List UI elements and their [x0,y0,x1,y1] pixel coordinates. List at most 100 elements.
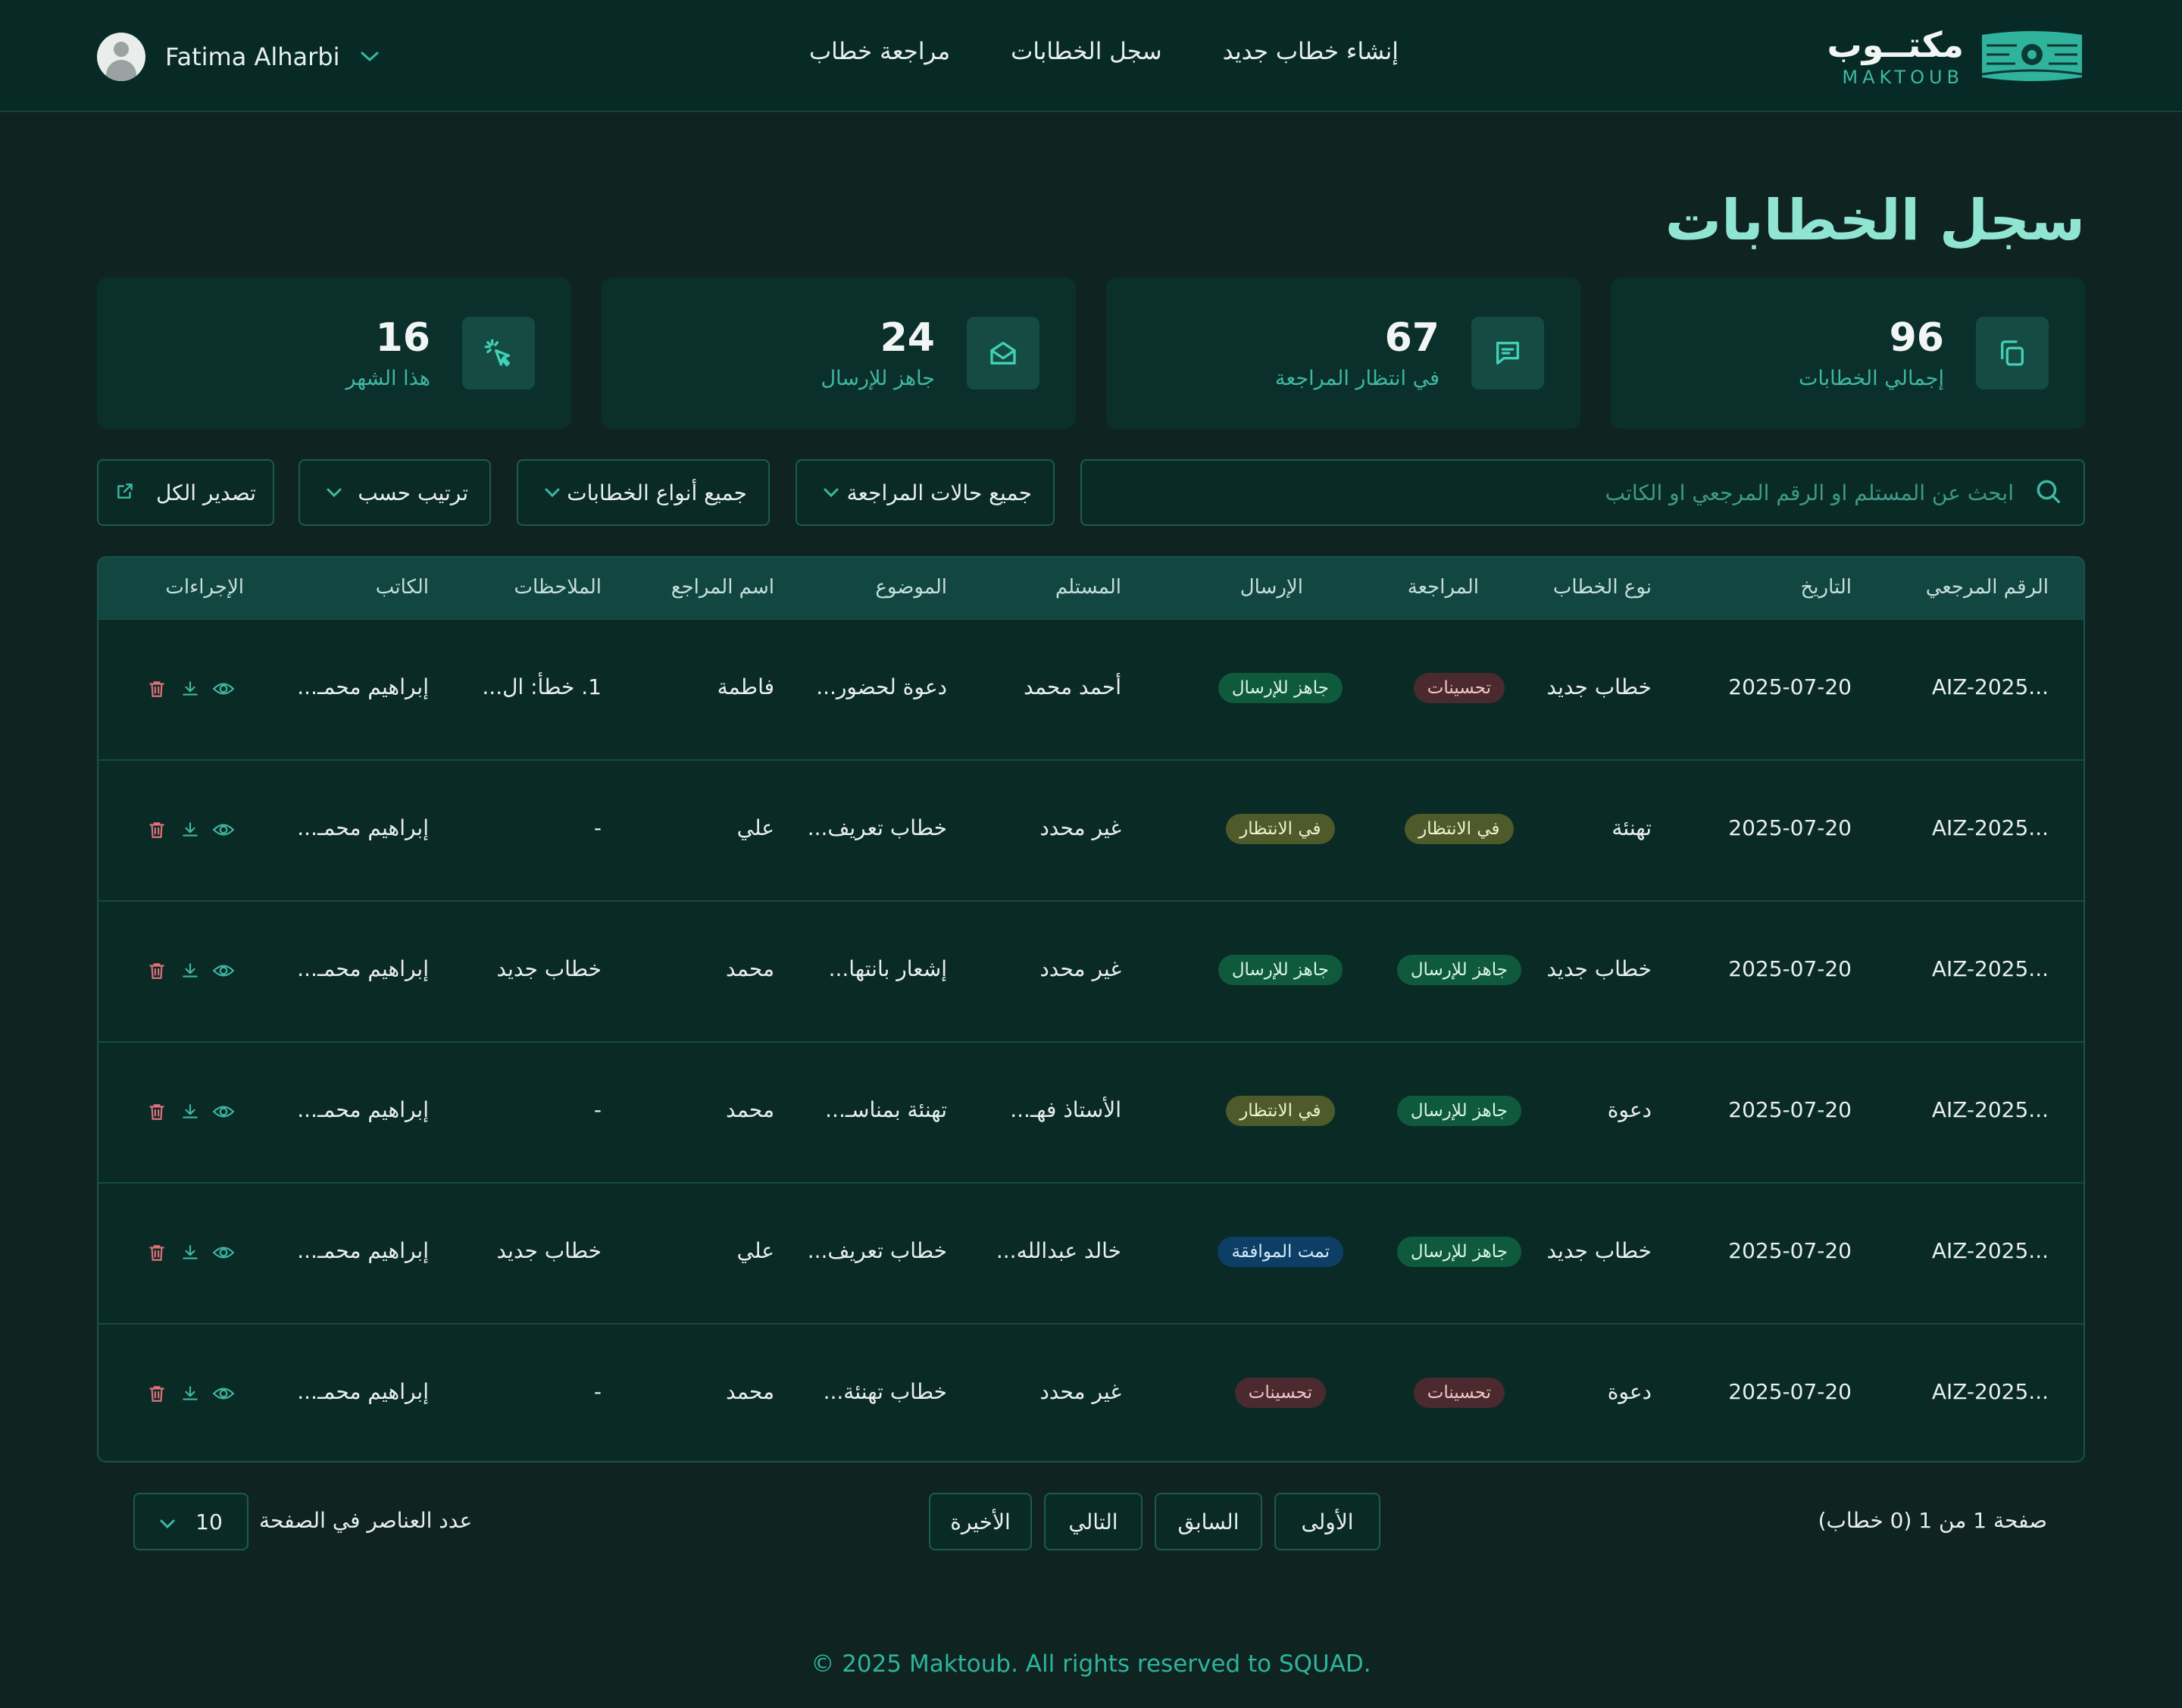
cell-date: 2025-07-20 [1728,815,1852,840]
delete-icon[interactable] [145,959,168,982]
cell-subject: خطاب تهنئة... [823,1379,947,1404]
nav-review-letter[interactable]: مراجعة خطاب [809,38,950,76]
search-input[interactable]: ابحث عن المستلم او الرقم المرجعي او الكا… [1080,459,2085,526]
per-page-select[interactable]: 10 [133,1493,249,1550]
next-page-button[interactable]: التالي [1044,1493,1143,1550]
download-icon[interactable] [179,818,202,841]
table-header: الرقم المرجعي التاريخ نوع الخطاب المراجع… [98,558,2084,618]
view-icon[interactable] [212,1241,235,1264]
nav-letters-log[interactable]: سجل الخطابات [1011,38,1162,76]
letter-type-select[interactable]: جميع أنواع الخطابات [517,459,770,526]
table-row[interactable]: AIZ-2025... 2025-07-20 تهنئة غير محدد خطاب ت… [98,759,2084,900]
cell-subject: دعوة لحضور... [816,674,947,699]
review-status-badge: تحسينات [1413,673,1505,703]
cell-ref: AIZ-2025... [1931,815,2049,840]
cell-reviewer: محمد [726,956,774,981]
main-nav: إنشاء خطاب جديد سجل الخطابات مراجعة خطاب [809,38,1399,76]
stat-label: هذا الشهر [345,367,430,390]
cell-reviewer: محمد [726,1379,774,1404]
letters-table: الرقم المرجعي التاريخ نوع الخطاب المراجع… [97,556,2085,1462]
download-icon[interactable] [179,1100,202,1123]
view-icon[interactable] [212,1382,235,1405]
chevron-down-icon[interactable] [360,46,380,67]
cell-notes: خطاب جديد [496,956,602,981]
cell-date: 2025-07-20 [1728,1097,1852,1122]
stat-card-pending-review: 67 في انتظار المراجعة [1106,277,1580,429]
col-send[interactable]: الإرسال [1240,576,1303,599]
download-icon[interactable] [179,1382,202,1405]
delete-icon[interactable] [145,677,168,700]
cell-ref: AIZ-2025... [1931,1097,2049,1122]
cell-writer: إبراهيم محمـ... [297,1379,429,1404]
review-status-select[interactable]: جميع حالات المراجعة [796,459,1055,526]
delete-icon[interactable] [145,1382,168,1405]
cell-writer: إبراهيم محمـ... [297,815,429,840]
col-ref[interactable]: الرقم المرجعي [1926,576,2049,599]
cell-date: 2025-07-20 [1728,674,1852,699]
cell-ref: AIZ-2025... [1931,956,2049,981]
download-icon[interactable] [179,1241,202,1264]
col-date[interactable]: التاريخ [1801,576,1852,599]
sort-by-select[interactable]: ترتيب حسب [299,459,491,526]
stat-card-ready: 24 جاهز للإرسال [602,277,1076,429]
chevron-down-icon [823,483,839,502]
stat-card-this-month: 16 هذا الشهر [97,277,571,429]
cell-ref: AIZ-2025... [1931,674,2049,699]
download-icon[interactable] [179,677,202,700]
cell-subject: خطاب تعريف... [807,815,947,840]
cell-recipient: غير محدد [1039,815,1121,840]
view-icon[interactable] [212,1100,235,1123]
row-actions [145,1241,235,1264]
table-row[interactable]: AIZ-2025... 2025-07-20 خطاب جديد أحمد محمد د… [98,618,2084,759]
cell-date: 2025-07-20 [1728,1238,1852,1263]
user-menu[interactable]: Fatima Alharbi [97,32,380,82]
download-icon[interactable] [179,959,202,982]
cell-writer: إبراهيم محمـ... [297,674,429,699]
row-actions [145,818,235,841]
nav-create-letter[interactable]: إنشاء خطاب جديد [1223,38,1399,76]
avatar[interactable] [97,33,145,81]
table-row[interactable]: AIZ-2025... 2025-07-20 خطاب جديد خالد عبدال… [98,1182,2084,1323]
cell-writer: إبراهيم محمـ... [297,1097,429,1122]
search-icon [2034,477,2062,508]
search-placeholder: ابحث عن المستلم او الرقم المرجعي او الكا… [1605,480,2014,505]
col-writer[interactable]: الكاتب [376,576,429,599]
col-recipient[interactable]: المستلم [1055,576,1121,599]
delete-icon[interactable] [145,818,168,841]
stat-value: 24 [880,315,935,361]
table-row[interactable]: AIZ-2025... 2025-07-20 دعوة غير محدد خطاب ته… [98,1323,2084,1461]
logo[interactable]: مكتــوب MAKTOUB [1827,27,2085,88]
cell-reviewer: علي [736,1238,774,1263]
prev-page-button[interactable]: السابق [1155,1493,1262,1550]
click-icon [462,317,535,389]
col-actions: الإجراءات [165,576,244,599]
cell-ref: AIZ-2025... [1931,1379,2049,1404]
top-navbar: Fatima Alharbi إنشاء خطاب جديد سجل الخطا… [0,0,2182,112]
filter-bar: ابحث عن المستلم او الرقم المرجعي او الكا… [97,459,2085,526]
delete-icon[interactable] [145,1100,168,1123]
review-status-badge: جاهز للإرسال [1396,955,1521,985]
view-icon[interactable] [212,959,235,982]
cell-type: تهنئة [1611,815,1652,840]
cell-notes: - [593,1097,602,1122]
cell-type: دعوة [1607,1379,1652,1404]
first-page-button[interactable]: الأولى [1274,1493,1380,1550]
col-type[interactable]: نوع الخطاب [1553,576,1652,599]
logo-mark-icon [1981,31,2083,81]
view-icon[interactable] [212,818,235,841]
table-row[interactable]: AIZ-2025... 2025-07-20 دعوة الأستاذ فهـ... ت… [98,1041,2084,1182]
table-row[interactable]: AIZ-2025... 2025-07-20 خطاب جديد غير محدد إش… [98,900,2084,1041]
col-reviewer[interactable]: اسم المراجع [671,576,774,599]
col-notes[interactable]: الملاحظات [514,576,602,599]
cell-type: خطاب جديد [1546,1238,1652,1263]
col-subject[interactable]: الموضوع [875,576,947,599]
view-icon[interactable] [212,677,235,700]
col-review[interactable]: المراجعة [1408,576,1479,599]
delete-icon[interactable] [145,1241,168,1264]
stat-value: 96 [1889,315,1944,361]
cell-recipient: خالد عبدالله... [996,1238,1121,1263]
stat-label: في انتظار المراجعة [1274,367,1440,390]
last-page-button[interactable]: الأخيرة [929,1493,1032,1550]
export-all-button[interactable]: تصدير الكل [97,459,274,526]
send-status-badge: في الانتظار [1226,1096,1335,1126]
